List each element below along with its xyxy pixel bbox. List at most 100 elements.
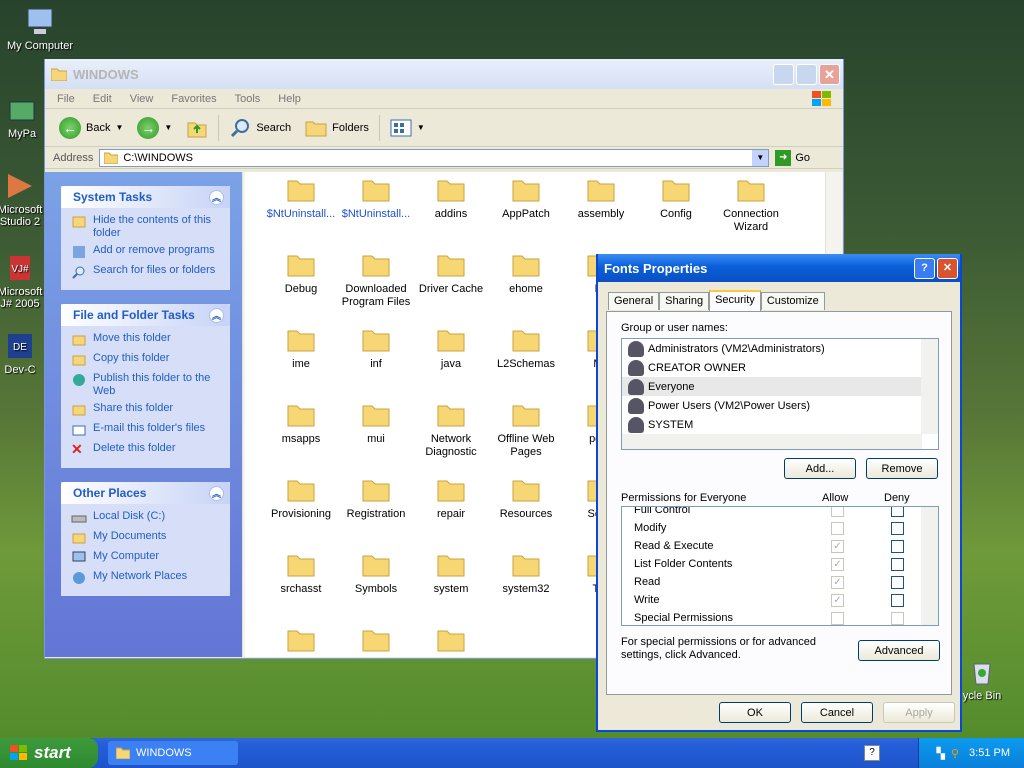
task-publish[interactable]: Publish this folder to the Web: [71, 372, 224, 398]
folder-item[interactable]: Provisioning: [263, 478, 339, 521]
place-my-computer[interactable]: My Computer: [71, 550, 224, 566]
close-button[interactable]: ✕: [819, 64, 840, 85]
menu-view[interactable]: View: [130, 93, 154, 105]
cancel-button[interactable]: Cancel: [801, 702, 873, 723]
panel-header[interactable]: Other Places ︽: [61, 482, 230, 504]
place-my-documents[interactable]: My Documents: [71, 530, 224, 546]
place-network[interactable]: My Network Places: [71, 570, 224, 586]
folder-item[interactable]: [263, 628, 339, 657]
add-button[interactable]: Add...: [784, 458, 856, 479]
users-list[interactable]: Administrators (VM2\Administrators) CREAT…: [621, 338, 939, 450]
folder-item[interactable]: $NtUninstall...: [263, 178, 339, 221]
allow-checkbox[interactable]: [831, 611, 844, 625]
advanced-button[interactable]: Advanced: [858, 640, 940, 661]
folder-item[interactable]: [338, 628, 414, 657]
deny-checkbox[interactable]: [891, 557, 904, 571]
menu-help[interactable]: Help: [278, 93, 301, 105]
address-dropdown[interactable]: ▼: [752, 149, 769, 166]
folder-item[interactable]: Symbols: [338, 553, 414, 596]
folder-item[interactable]: $NtUninstall...: [338, 178, 414, 221]
panel-header[interactable]: File and Folder Tasks ︽: [61, 304, 230, 326]
user-list-item[interactable]: Administrators (VM2\Administrators): [622, 339, 922, 358]
place-local-disk[interactable]: Local Disk (C:): [71, 510, 224, 526]
panel-header[interactable]: System Tasks ︽: [61, 186, 230, 208]
task-add-remove-programs[interactable]: Add or remove programs: [71, 244, 224, 260]
allow-checkbox[interactable]: ✓: [831, 575, 844, 589]
allow-checkbox[interactable]: [831, 521, 844, 535]
tab-customize[interactable]: Customize: [760, 292, 825, 310]
task-copy[interactable]: Copy this folder: [71, 352, 224, 368]
search-button[interactable]: Search: [225, 113, 295, 143]
task-share[interactable]: Share this folder: [71, 402, 224, 418]
menu-tools[interactable]: Tools: [235, 93, 261, 105]
deny-checkbox[interactable]: [891, 611, 904, 625]
help-tray-icon[interactable]: ?: [864, 745, 880, 761]
folder-item[interactable]: repair: [413, 478, 489, 521]
tab-security[interactable]: Security: [709, 290, 761, 311]
allow-checkbox[interactable]: ✓: [831, 557, 844, 571]
folder-item[interactable]: inf: [338, 328, 414, 371]
deny-checkbox[interactable]: [891, 593, 904, 607]
folder-item[interactable]: [413, 628, 489, 657]
allow-checkbox[interactable]: ✓: [831, 593, 844, 607]
folder-item[interactable]: ime: [263, 328, 339, 371]
task-search[interactable]: Search for files or folders: [71, 264, 224, 280]
folder-item[interactable]: mui: [338, 403, 414, 446]
search-tray-icon[interactable]: ⚲: [951, 747, 959, 760]
desktop-icon-devcpp[interactable]: DE Dev-C: [0, 330, 44, 376]
folder-item[interactable]: java: [413, 328, 489, 371]
ok-button[interactable]: OK: [719, 702, 791, 723]
allow-checkbox[interactable]: ✓: [831, 539, 844, 553]
folder-item[interactable]: AppPatch: [488, 178, 564, 221]
tab-general[interactable]: General: [608, 292, 660, 310]
user-list-item[interactable]: CREATOR OWNER: [622, 358, 922, 377]
dialog-close-button[interactable]: ✕: [937, 258, 958, 279]
forward-button[interactable]: → ▼: [133, 113, 176, 143]
deny-checkbox[interactable]: [891, 539, 904, 553]
minimize-button[interactable]: [773, 64, 794, 85]
up-button[interactable]: [182, 113, 212, 143]
allow-checkbox[interactable]: [831, 507, 844, 517]
collapse-icon[interactable]: ︽: [209, 189, 224, 205]
folder-item[interactable]: Network Diagnostic: [413, 403, 489, 459]
user-list-item[interactable]: SYSTEM: [622, 415, 922, 434]
desktop-icon-my-computer[interactable]: My Computer: [0, 6, 80, 52]
remove-button[interactable]: Remove: [866, 458, 938, 479]
user-list-item[interactable]: Everyone: [622, 377, 922, 396]
folder-item[interactable]: Offline Web Pages: [488, 403, 564, 459]
menu-edit[interactable]: Edit: [93, 93, 112, 105]
folder-item[interactable]: msapps: [263, 403, 339, 446]
task-hide-contents[interactable]: Hide the contents of this folder: [71, 214, 224, 240]
menu-file[interactable]: File: [57, 93, 75, 105]
tab-sharing[interactable]: Sharing: [659, 292, 710, 310]
dialog-titlebar[interactable]: Fonts Properties: [598, 254, 960, 282]
address-input[interactable]: C:\WINDOWS ▼: [99, 148, 770, 167]
folders-button[interactable]: Folders: [301, 113, 373, 143]
folder-item[interactable]: L2Schemas: [488, 328, 564, 371]
users-hscrollbar[interactable]: [622, 434, 922, 449]
deny-checkbox[interactable]: [891, 575, 904, 589]
apply-button[interactable]: Apply: [883, 702, 955, 723]
help-button[interactable]: ?: [914, 258, 935, 279]
network-tray-icon[interactable]: ▚: [937, 747, 945, 760]
users-vscrollbar[interactable]: [921, 339, 938, 434]
folder-item[interactable]: Downloaded Program Files: [338, 253, 414, 309]
back-button[interactable]: ← Back ▼: [55, 113, 127, 143]
task-email[interactable]: E-mail this folder's files: [71, 422, 224, 438]
folder-item[interactable]: system32: [488, 553, 564, 596]
folder-item[interactable]: assembly: [563, 178, 639, 221]
explorer-titlebar[interactable]: WINDOWS: [45, 59, 843, 89]
views-button[interactable]: ▼: [386, 113, 429, 143]
folder-item[interactable]: Resources: [488, 478, 564, 521]
task-delete[interactable]: ✕ Delete this folder: [71, 442, 224, 458]
folder-item[interactable]: Registration: [338, 478, 414, 521]
folder-item[interactable]: addins: [413, 178, 489, 221]
start-button[interactable]: start: [0, 738, 98, 768]
folder-item[interactable]: system: [413, 553, 489, 596]
folder-item[interactable]: Debug: [263, 253, 339, 296]
deny-checkbox[interactable]: [891, 521, 904, 535]
folder-item[interactable]: Driver Cache: [413, 253, 489, 296]
task-move[interactable]: Move this folder: [71, 332, 224, 348]
folder-item[interactable]: srchasst: [263, 553, 339, 596]
collapse-icon[interactable]: ︽: [209, 307, 224, 323]
